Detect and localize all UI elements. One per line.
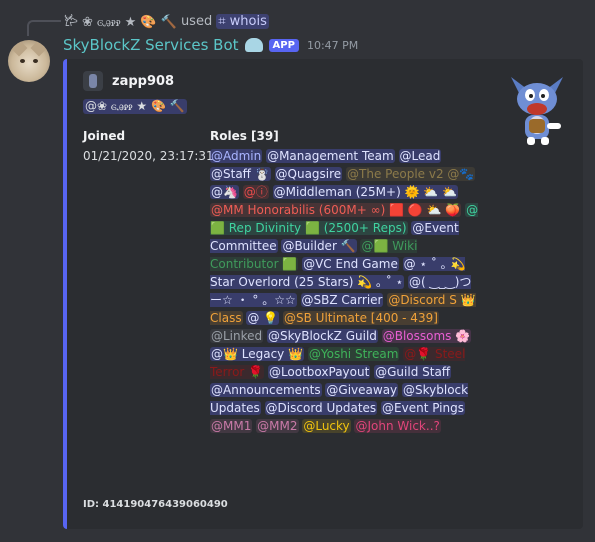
reply-used-text: used [180, 13, 213, 29]
field-joined-name: Joined [83, 129, 126, 143]
role-mention[interactable]: @Staff ☃️ [210, 167, 271, 181]
role-mention[interactable]: @Linked [210, 329, 264, 343]
role-mention[interactable]: @SkyBlockZ Guild [266, 329, 378, 343]
role-mention[interactable]: @VC End Game [302, 257, 399, 271]
role-mention[interactable]: @The People v2 @🐾 [346, 167, 476, 181]
embed-thumbnail[interactable] [501, 73, 573, 149]
field-roles-value: @Admin @Management Team @Lead @Staff ☃️ … [210, 147, 480, 435]
reply-user[interactable]: 𐂂 ❀ ꮆꭿꭾꭾ ★ 🎨 🔨 [64, 12, 177, 30]
role-mention[interactable]: @Yoshi Stream [307, 347, 400, 361]
app-badge: APP [268, 38, 299, 52]
field-roles: Roles [39] @Admin @Management Team @Lead… [210, 129, 480, 435]
reply-context[interactable]: 𐂂 ❀ ꮆꭿꭾꭾ ★ 🎨 🔨 used ⌗ whois [64, 12, 269, 30]
role-mention[interactable]: @Admin [210, 149, 263, 163]
role-mention[interactable]: @Middleman (25M+) 🌞 ⛅ ⛅ [272, 185, 459, 199]
role-mention[interactable]: @John Wick..? [354, 419, 441, 433]
role-mention[interactable]: @Lucky [302, 419, 351, 433]
field-joined: Joined 01/21/2020, 23:17:31 [83, 129, 214, 165]
role-mention[interactable]: @Giveaway [325, 383, 399, 397]
reply-connector [27, 20, 61, 36]
role-mention[interactable]: @MM2 [256, 419, 299, 433]
role-mention[interactable]: @SB Ultimate [400 - 439] [283, 311, 439, 325]
role-mention[interactable]: @Management Team [266, 149, 395, 163]
role-mention[interactable]: @🦄 [210, 185, 239, 199]
avatar[interactable] [8, 40, 50, 82]
role-mention[interactable]: @Guild Staff [374, 365, 452, 379]
role-mention[interactable]: @Discord Updates [264, 401, 378, 415]
message-header: SkyBlockZ Services Bot APP 10:47 PM [63, 36, 358, 54]
message-timestamp[interactable]: 10:47 PM [307, 39, 358, 52]
role-mention[interactable]: @Event Pings [381, 401, 465, 415]
embed-footer: ID: 414190476439060490 [83, 499, 228, 510]
embed-card: zapp908 @❀ ꮆꭿꭾꭾ ★ 🎨 🔨 Joined 01/21/2020,… [63, 59, 583, 529]
role-mention[interactable]: @ 💡 [246, 311, 280, 325]
author-name: zapp908 [112, 73, 175, 89]
role-mention[interactable]: @Announcements [210, 383, 322, 397]
field-roles-name: Roles [39] [210, 129, 279, 143]
slash-command-mention[interactable]: ⌗ whois [216, 13, 269, 29]
embed-description-mention[interactable]: @❀ ꮆꭿꭾꭾ ★ 🎨 🔨 [83, 99, 187, 114]
role-mention[interactable]: @Builder 🔨 [281, 239, 357, 253]
role-mention[interactable]: @Blossoms 🌸 [381, 329, 472, 343]
role-mention[interactable]: @MM Honorabilis (600M+ ∞) 🟥 🔴 ⛅ 🍑 [210, 203, 462, 217]
embed-author: zapp908 [83, 71, 174, 91]
role-mention[interactable]: @Quagsire [274, 167, 343, 181]
role-mention[interactable]: @Lead [398, 149, 442, 163]
role-mention[interactable]: @SBZ Carrier [300, 293, 384, 307]
ghost-icon [244, 38, 263, 52]
role-mention[interactable]: @ⓘ [242, 185, 269, 199]
field-joined-value: 01/21/2020, 23:17:31 [83, 149, 214, 163]
role-mention[interactable]: @MM1 [210, 419, 253, 433]
author-avatar-icon [83, 71, 103, 91]
role-mention[interactable]: @👑 Legacy 👑 [210, 347, 305, 361]
bot-name[interactable]: SkyBlockZ Services Bot [63, 36, 239, 54]
role-mention[interactable]: @LootboxPayout [267, 365, 371, 379]
